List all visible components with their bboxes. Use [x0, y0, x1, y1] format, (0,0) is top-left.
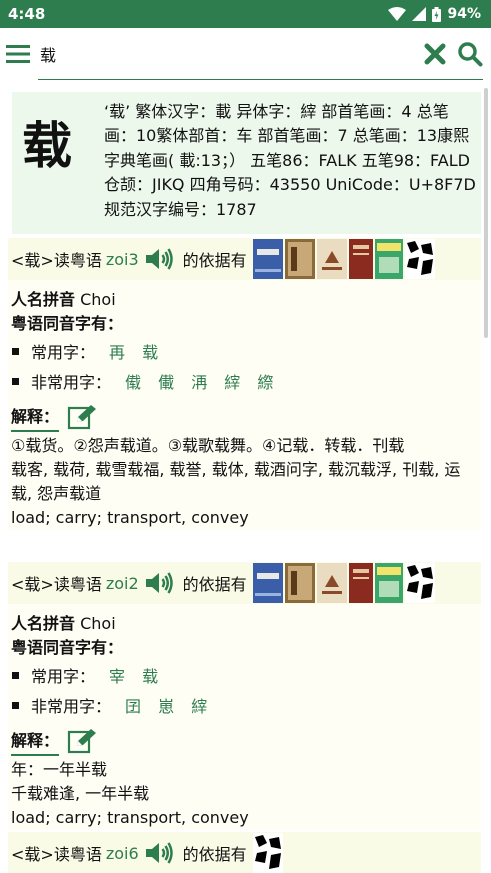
- signal-icon: [412, 7, 427, 21]
- reading-section: <载>读粤语 zoi3 的依据有 人名拼音 Choi 粤语同音字有： 常用字： …: [8, 238, 481, 530]
- common-chars[interactable]: 再 载: [109, 339, 164, 363]
- basis-label: 的依据有: [182, 251, 247, 270]
- dictionary-cover-icon[interactable]: [316, 563, 347, 603]
- explain-line: ①载货。②怨声载道。③载歌载舞。④记载．转载．刊载: [11, 436, 405, 455]
- bullet: [12, 671, 19, 679]
- bullet: [12, 347, 19, 355]
- reading-romanization: zoi2: [105, 573, 139, 593]
- reading-prefix: <载>读粤语: [11, 845, 102, 864]
- name-pinyin-row: 人名拼音 Choi: [11, 604, 478, 636]
- speaker-icon[interactable]: [145, 841, 173, 865]
- homophone-label: 粤语同音字有：: [11, 314, 124, 333]
- reading-section: <载>读粤语 zoi6 的依据有: [8, 832, 481, 873]
- close-icon[interactable]: [424, 43, 446, 65]
- common-chars[interactable]: 宰 载: [109, 663, 164, 687]
- dictionary-cover-icon[interactable]: [252, 239, 283, 279]
- dictionary-cover-icon[interactable]: [404, 563, 435, 603]
- uncommon-chars-row: 非常用字： 傤 儎 洅 縡 縩: [11, 366, 478, 396]
- reading-romanization: zoi3: [105, 249, 139, 269]
- dictionary-cover-icon[interactable]: [316, 239, 347, 279]
- explain-line: load; carry; transport, convey: [11, 508, 249, 527]
- reading-section: <载>读粤语 zoi2 的依据有 人名拼音 Choi 粤语同音字有： 常用字： …: [8, 562, 481, 830]
- basis-label: 的依据有: [182, 845, 247, 864]
- explain-line: load; carry; transport, convey: [11, 808, 249, 827]
- dictionary-cover-icon[interactable]: [252, 563, 283, 603]
- status-icons: 94%: [388, 6, 481, 22]
- speaker-icon[interactable]: [145, 247, 173, 271]
- explain-line: 载客, 载荷, 载雪载福, 载誉, 载体, 载酒问字, 载沉载浮, 刊载, 运: [11, 460, 461, 479]
- explain-line: 载, 怨声载道: [11, 484, 102, 503]
- explain-text: 年：一年半载 千载难逢, 一年半载 load; carry; transport…: [11, 758, 478, 830]
- dictionary-cover-icon[interactable]: [348, 239, 373, 279]
- speaker-icon[interactable]: [145, 571, 173, 595]
- homophone-label: 粤语同音字有：: [11, 638, 124, 657]
- dictionary-cover-icon[interactable]: [404, 239, 435, 279]
- edit-icon[interactable]: [67, 728, 99, 754]
- explain-header: 解释：: [11, 400, 478, 434]
- name-pinyin-label: 人名拼音: [11, 614, 76, 633]
- search-bar: [0, 28, 491, 84]
- reading-header: <载>读粤语 zoi6 的依据有: [8, 832, 481, 873]
- dictionary-cover-icon[interactable]: [374, 563, 403, 603]
- status-bar: 4:48 94%: [0, 0, 491, 28]
- dictionary-cover-icon[interactable]: [374, 239, 403, 279]
- search-icon[interactable]: [457, 41, 483, 67]
- bullet: [12, 377, 19, 385]
- char-info-text: ‘载’ 繁体汉字：載 异体字：縡 部首笔画：4 总笔画：10繁体部首：车 部首笔…: [104, 102, 476, 219]
- search-underline: [38, 79, 483, 80]
- reference-books: [252, 833, 283, 873]
- explain-header: 解释：: [11, 724, 478, 758]
- content-area[interactable]: 载 ‘载’ 繁体汉字：載 异体字：縡 部首笔画：4 总笔画：10繁体部首：车 部…: [0, 84, 491, 873]
- common-chars-label: 常用字：: [31, 343, 96, 362]
- status-time: 4:48: [8, 5, 46, 23]
- battery-icon: [432, 6, 442, 22]
- common-chars-row: 常用字： 宰 载: [11, 660, 478, 690]
- uncommon-chars-row: 非常用字： 囝 崽 縡: [11, 690, 478, 720]
- bullet: [12, 701, 19, 709]
- reference-books: [252, 239, 435, 279]
- reading-prefix: <载>读粤语: [11, 251, 102, 270]
- uncommon-chars-label: 非常用字：: [31, 697, 112, 716]
- name-pinyin-value: Choi: [80, 290, 116, 309]
- edit-icon[interactable]: [67, 404, 99, 430]
- reading-romanization: zoi6: [105, 843, 139, 863]
- wifi-icon: [388, 7, 407, 21]
- search-input[interactable]: [40, 40, 400, 68]
- common-chars-label: 常用字：: [31, 667, 96, 686]
- basis-label: 的依据有: [182, 575, 247, 594]
- entry-character: 载: [22, 117, 72, 175]
- dictionary-cover-icon[interactable]: [348, 563, 373, 603]
- name-pinyin-value: Choi: [80, 614, 116, 633]
- uncommon-chars[interactable]: 傤 儎 洅 縡 縩: [125, 369, 279, 393]
- reference-books: [252, 563, 435, 603]
- uncommon-chars[interactable]: 囝 崽 縡: [125, 693, 213, 717]
- reading-body: 人名拼音 Choi 粤语同音字有： 常用字： 宰 载 非常用字： 囝 崽 縡 解…: [8, 604, 481, 830]
- dictionary-cover-icon[interactable]: [284, 239, 315, 279]
- menu-icon[interactable]: [6, 44, 30, 64]
- name-pinyin-row: 人名拼音 Choi: [11, 280, 478, 312]
- reading-prefix: <载>读粤语: [11, 575, 102, 594]
- reading-body: 人名拼音 Choi 粤语同音字有： 常用字： 再 载 非常用字： 傤 儎 洅 縡…: [8, 280, 481, 530]
- dictionary-cover-icon[interactable]: [252, 833, 283, 873]
- char-info-box: 载 ‘载’ 繁体汉字：載 异体字：縡 部首笔画：4 总笔画：10繁体部首：车 部…: [12, 92, 481, 234]
- common-chars-row: 常用字： 再 载: [11, 336, 478, 366]
- reading-header: <载>读粤语 zoi2 的依据有: [8, 562, 481, 604]
- scrollbar-thumb[interactable]: [484, 88, 488, 338]
- dictionary-cover-icon[interactable]: [284, 563, 315, 603]
- explain-label: 解释：: [11, 727, 60, 756]
- explain-text: ①载货。②怨声载道。③载歌载舞。④记载．转载．刊载 载客, 载荷, 载雪载福, …: [11, 434, 478, 530]
- uncommon-chars-label: 非常用字：: [31, 373, 112, 392]
- explain-line: 千载难逢, 一年半载: [11, 784, 150, 803]
- explain-label: 解释：: [11, 403, 60, 432]
- explain-line: 年：一年半载: [11, 760, 108, 779]
- reading-header: <载>读粤语 zoi3 的依据有: [8, 238, 481, 280]
- name-pinyin-label: 人名拼音: [11, 290, 76, 309]
- battery-percent: 94%: [447, 6, 481, 22]
